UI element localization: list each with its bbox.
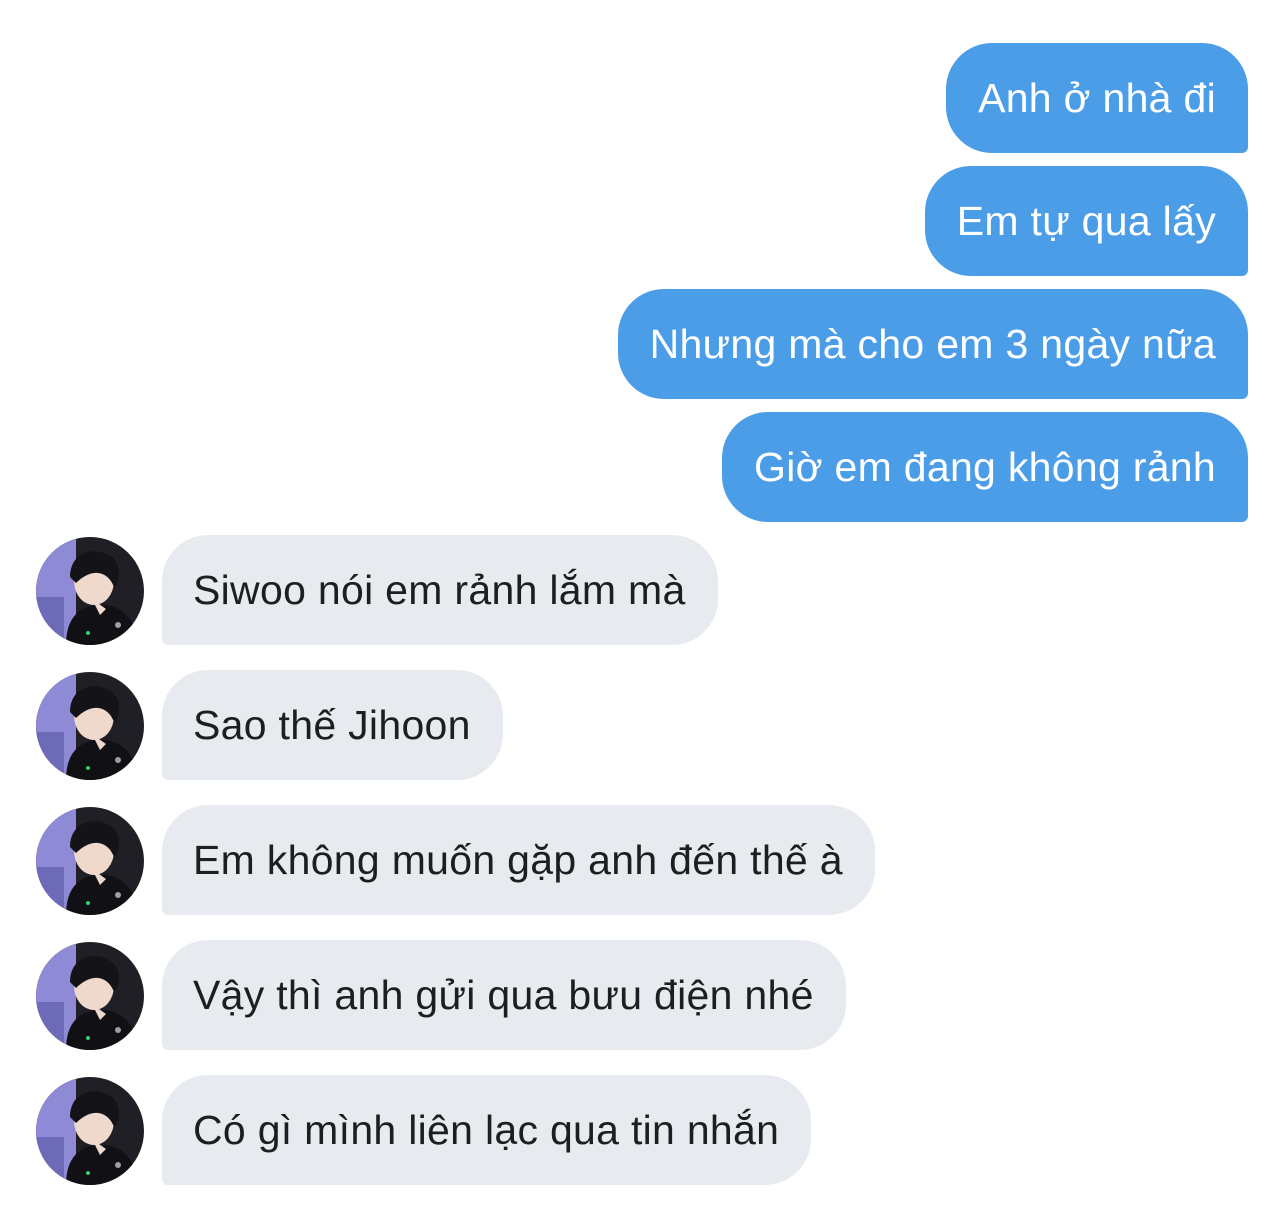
outgoing-message[interactable]: Anh ở nhà đi	[946, 43, 1248, 153]
avatar-photo	[36, 672, 144, 780]
contact-avatar[interactable]	[36, 537, 144, 645]
avatar-photo	[36, 807, 144, 915]
chat-thread: Anh ở nhà đi Em tự qua lấy Nhưng mà cho …	[0, 0, 1284, 1208]
contact-avatar[interactable]	[36, 942, 144, 1050]
outgoing-message[interactable]: Giờ em đang không rảnh	[722, 412, 1248, 522]
contact-avatar[interactable]	[36, 672, 144, 780]
avatar-photo	[36, 942, 144, 1050]
contact-avatar[interactable]	[36, 1077, 144, 1185]
outgoing-message[interactable]: Nhưng mà cho em 3 ngày nữa	[617, 289, 1248, 399]
incoming-message[interactable]: Vậy thì anh gửi qua bưu điện nhé	[162, 940, 846, 1050]
outgoing-message[interactable]: Em tự qua lấy	[924, 166, 1248, 276]
avatar-photo	[36, 1077, 144, 1185]
avatar-photo	[36, 537, 144, 645]
contact-avatar[interactable]	[36, 807, 144, 915]
incoming-message[interactable]: Sao thế Jihoon	[162, 670, 503, 780]
incoming-message[interactable]: Có gì mình liên lạc qua tin nhắn	[162, 1075, 812, 1185]
incoming-message[interactable]: Siwoo nói em rảnh lắm mà	[162, 535, 718, 645]
incoming-message[interactable]: Em không muốn gặp anh đến thế à	[162, 805, 875, 915]
